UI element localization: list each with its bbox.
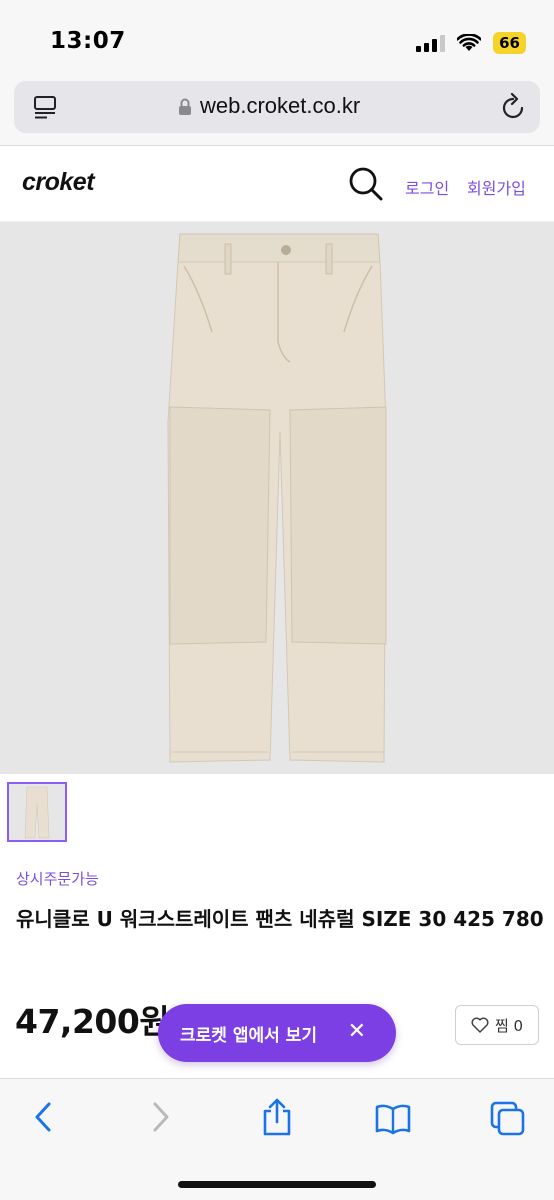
status-time: 13:07 — [50, 28, 126, 54]
battery-badge: 66 — [493, 32, 526, 54]
like-label: 찜 0 — [494, 1016, 524, 1035]
thumbnail-1[interactable] — [7, 782, 67, 842]
product-image[interactable] — [0, 222, 554, 774]
forward-icon[interactable] — [150, 1101, 172, 1133]
address-bar[interactable]: web.croket.co.kr — [14, 81, 540, 133]
product-title: 유니클로 U 워크스트레이트 팬츠 네츄럴 SIZE 30 425 780 — [16, 907, 544, 931]
open-in-app-banner[interactable]: 크로켓 앱에서 보기 ✕ — [158, 1004, 396, 1062]
wifi-icon — [457, 34, 482, 51]
tabs-overview-icon[interactable] — [490, 1101, 526, 1137]
pants-illustration — [167, 233, 387, 763]
like-button[interactable]: 찜 0 — [455, 1005, 539, 1045]
reload-icon[interactable] — [500, 93, 526, 121]
bookmarks-icon[interactable] — [374, 1103, 412, 1135]
close-icon[interactable]: ✕ — [348, 1021, 366, 1043]
signup-link[interactable]: 회원가입 — [467, 175, 526, 199]
thumbnail-pants-image — [24, 786, 50, 839]
croket-logo[interactable]: croket — [22, 168, 95, 197]
heart-icon — [471, 1017, 489, 1033]
browser-address-area: web.croket.co.kr — [0, 78, 554, 146]
back-icon[interactable] — [32, 1101, 54, 1133]
status-indicators: 66 — [416, 32, 526, 54]
signal-icon — [416, 34, 446, 52]
url-text[interactable]: web.croket.co.kr — [200, 93, 360, 119]
status-bar: 13:07 66 — [0, 0, 554, 78]
login-link[interactable]: 로그인 — [405, 175, 449, 199]
thumbnail-strip — [0, 774, 554, 854]
product-price: 47,200원 — [15, 1002, 170, 1041]
share-icon[interactable] — [260, 1097, 294, 1137]
lock-icon — [179, 98, 191, 115]
open-in-app-label: 크로켓 앱에서 보기 — [180, 1025, 317, 1046]
site-header: croket 로그인 회원가입 — [0, 148, 554, 222]
home-indicator — [178, 1181, 376, 1188]
search-icon[interactable] — [348, 166, 384, 202]
tabs-icon[interactable] — [32, 94, 58, 120]
order-availability-tag: 상시주문가능 — [16, 870, 99, 888]
